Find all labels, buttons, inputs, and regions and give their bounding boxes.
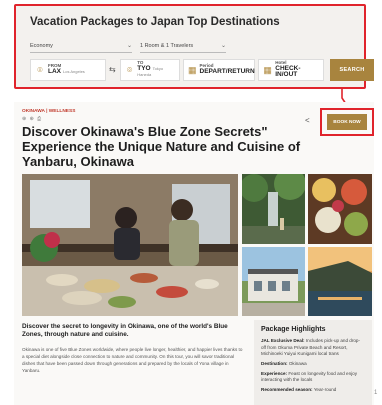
book-now-highlight: BOOK NOW	[320, 108, 374, 136]
highlight-label: Destination:	[261, 360, 288, 366]
checkin-value: CHECK-IN/OUT	[275, 64, 301, 79]
travelers-select[interactable]: 1 Room & 1 Travelers ⌄	[140, 39, 226, 53]
meta-icons: ⊕ ⊕ ⎙	[22, 116, 43, 122]
to-code: TYO	[137, 64, 151, 72]
intro-body: Okinawa is one of five Blue Zones worldw…	[22, 347, 243, 373]
search-button[interactable]: SEARCH	[330, 59, 374, 81]
coast-photo[interactable]	[308, 247, 372, 316]
cabin-class-select[interactable]: Economy ⌄	[30, 39, 132, 53]
travelers-value: 1 Room & 1 Travelers	[140, 42, 194, 49]
category-tags[interactable]: OKINAWA | WELLNESS	[22, 109, 75, 114]
depart-return-field[interactable]: ▦ Period DEPART/RETURN	[183, 59, 255, 81]
building-photo[interactable]	[242, 247, 305, 316]
search-title: Vacation Packages to Japan Top Destinati…	[30, 16, 280, 28]
package-search-widget: Vacation Packages to Japan Top Destinati…	[14, 4, 374, 89]
highlight-item: JAL Exclusive Deal: Includes pick-up and…	[261, 338, 365, 358]
depart-return-value: DEPART/RETURN	[199, 67, 255, 75]
corner-mark: 1	[374, 390, 378, 396]
highlight-item: Destination: Okinawa	[261, 361, 365, 368]
share-icon[interactable]: <	[305, 116, 310, 125]
package-highlights: Package Highlights JAL Exclusive Deal: I…	[254, 320, 372, 405]
chevron-down-icon: ⌄	[220, 43, 226, 49]
calendar-icon: ▦	[188, 64, 197, 75]
to-field[interactable]: ⌾ TO TYO Tokyo Haneda	[120, 59, 180, 81]
highlight-text: Year-round	[313, 386, 337, 392]
article-title: Discover Okinawa's Blue Zone Secrets" Ex…	[22, 124, 301, 170]
from-field[interactable]: ⌾ FROM LAX Los Angeles	[30, 59, 106, 81]
swap-icon[interactable]: ⇆	[109, 65, 116, 74]
intro-lead: Discover the secret to longevity in Okin…	[22, 323, 228, 338]
dishes-photo[interactable]	[308, 174, 372, 244]
book-now-button[interactable]: BOOK NOW	[327, 114, 367, 130]
from-city: Los Angeles	[63, 68, 85, 74]
location-pin-icon: ⌾	[37, 64, 43, 75]
location-pin-icon: ⌾	[126, 64, 133, 75]
highlight-label: Experience:	[261, 370, 288, 376]
highlight-item: Experience: Feast on longevity food and …	[261, 371, 365, 384]
highlight-label: JAL Exclusive Deal:	[261, 338, 305, 343]
main-photo[interactable]	[22, 174, 238, 316]
cabin-class-value: Economy	[30, 42, 53, 49]
article-card: OKINAWA | WELLNESS ⊕ ⊕ ⎙ Discover Okinaw…	[14, 102, 374, 405]
chevron-down-icon: ⌄	[126, 43, 132, 49]
calendar-icon: ▦	[263, 64, 272, 75]
from-code: LAX	[48, 67, 61, 75]
forest-photo[interactable]	[242, 174, 305, 244]
highlight-label: Recommended season:	[261, 386, 313, 392]
highlight-text: Okinawa	[288, 360, 307, 366]
highlights-title: Package Highlights	[261, 326, 326, 333]
highlight-item: Recommended season: Year-round	[261, 387, 365, 394]
hotel-checkin-field[interactable]: ▦ Hotel CHECK-IN/OUT	[258, 59, 324, 81]
